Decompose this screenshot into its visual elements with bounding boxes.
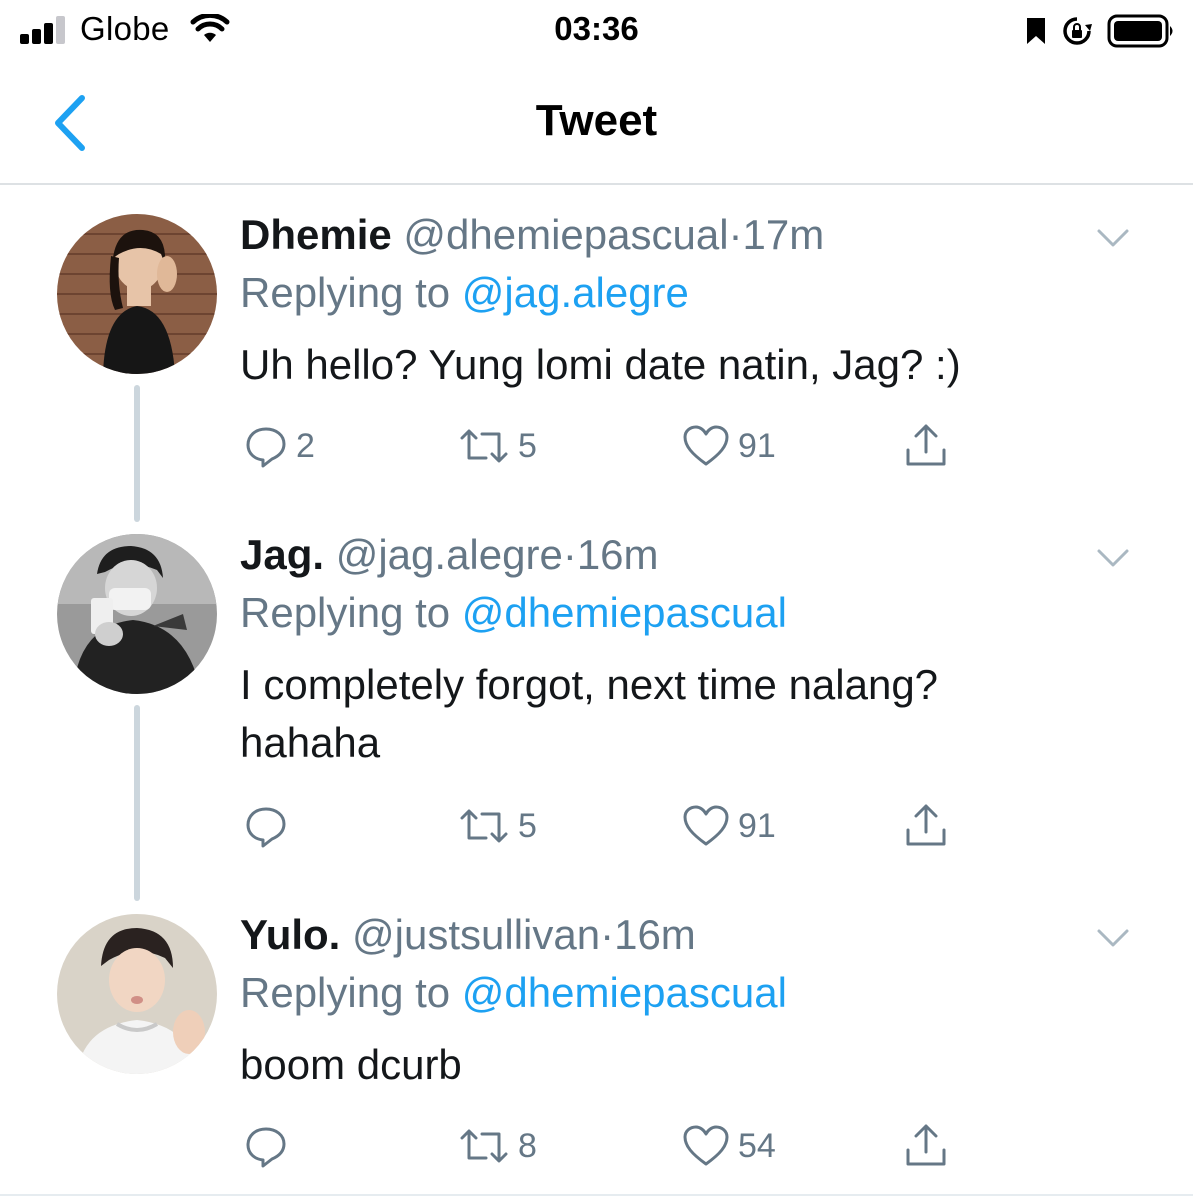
status-bar: Globe 03:36 bbox=[0, 0, 1193, 62]
reply-icon bbox=[246, 1127, 286, 1168]
separator-dot: · bbox=[562, 531, 577, 578]
like-count: 91 bbox=[738, 426, 776, 465]
replying-to-handle[interactable]: @dhemiepascual bbox=[462, 589, 787, 636]
retweet-button[interactable]: 5 bbox=[458, 796, 537, 856]
tweet-time[interactable]: 16m bbox=[577, 531, 659, 578]
share-button[interactable] bbox=[902, 796, 950, 856]
tweet-time[interactable]: 16m bbox=[614, 911, 696, 958]
user-handle[interactable]: @dhemiepascual bbox=[403, 211, 728, 258]
caret-down-icon[interactable] bbox=[1093, 218, 1133, 258]
display-name[interactable]: Dhemie bbox=[240, 211, 392, 258]
retweet-icon bbox=[460, 809, 508, 843]
user-handle[interactable]: @justsullivan bbox=[352, 911, 600, 958]
replying-to-handle[interactable]: @dhemiepascual bbox=[462, 969, 787, 1016]
caret-down-icon[interactable] bbox=[1093, 918, 1133, 958]
like-count: 54 bbox=[738, 1126, 776, 1165]
tweet-text: I completely forgot, next time nalang? h… bbox=[240, 656, 1163, 772]
tweet-yulo[interactable]: Yulo. @justsullivan·16m Replying to @dhe… bbox=[0, 900, 1193, 1192]
share-button[interactable] bbox=[902, 1116, 950, 1176]
user-handle[interactable]: @jag.alegre bbox=[336, 531, 563, 578]
avatar[interactable] bbox=[57, 214, 217, 374]
tweet-text: Uh hello? Yung lomi date natin, Jag? :) bbox=[240, 341, 961, 388]
reply-count: 2 bbox=[296, 426, 315, 465]
share-button[interactable] bbox=[902, 416, 950, 476]
like-icon bbox=[683, 425, 729, 466]
like-button[interactable]: 91 bbox=[682, 416, 776, 476]
avatar[interactable] bbox=[57, 914, 217, 1074]
like-button[interactable]: 91 bbox=[682, 796, 776, 856]
like-button[interactable]: 54 bbox=[682, 1116, 776, 1176]
tweet-text: boom dcurb bbox=[240, 1041, 462, 1088]
like-count: 91 bbox=[738, 806, 776, 845]
nav-bar: Tweet bbox=[0, 62, 1193, 185]
like-icon bbox=[683, 805, 729, 846]
display-name[interactable]: Jag. bbox=[240, 531, 324, 578]
separator-dot: · bbox=[600, 911, 615, 958]
rotation-lock-icon bbox=[1063, 17, 1092, 45]
battery-icon bbox=[1107, 14, 1173, 48]
divider bbox=[0, 1194, 1193, 1196]
caret-down-icon[interactable] bbox=[1093, 538, 1133, 578]
reply-button[interactable]: 2 bbox=[244, 416, 315, 476]
reply-icon bbox=[246, 427, 286, 468]
reply-button[interactable] bbox=[244, 796, 296, 856]
display-name[interactable]: Yulo. bbox=[240, 911, 340, 958]
retweet-count: 5 bbox=[518, 426, 537, 465]
reply-button[interactable] bbox=[244, 1116, 296, 1176]
retweet-button[interactable]: 5 bbox=[458, 416, 537, 476]
bookmark-icon bbox=[1027, 18, 1045, 44]
replying-prefix: Replying to bbox=[240, 269, 451, 316]
like-icon bbox=[683, 1125, 729, 1166]
share-icon bbox=[906, 1124, 946, 1166]
share-icon bbox=[906, 804, 946, 846]
replying-to-handle[interactable]: @jag.alegre bbox=[462, 269, 689, 316]
share-icon bbox=[906, 424, 946, 466]
tweet-text-line: hahaha bbox=[240, 719, 381, 766]
replying-prefix: Replying to bbox=[240, 589, 451, 636]
page-title: Tweet bbox=[535, 96, 658, 145]
tweet-text-line: I completely forgot, next time nalang? bbox=[240, 661, 939, 708]
retweet-button[interactable]: 8 bbox=[458, 1116, 537, 1176]
retweet-icon bbox=[460, 1129, 508, 1163]
replying-prefix: Replying to bbox=[240, 969, 451, 1016]
tweet-jag[interactable]: Jag. @jag.alegre·16m Replying to @dhemie… bbox=[0, 520, 1193, 900]
retweet-icon bbox=[460, 429, 508, 463]
tweet-dhemie[interactable]: Dhemie @dhemiepascual·17m Replying to @j… bbox=[0, 200, 1193, 520]
retweet-count: 8 bbox=[518, 1126, 537, 1165]
reply-icon bbox=[246, 807, 286, 848]
retweet-count: 5 bbox=[518, 806, 537, 845]
status-time: 03:36 bbox=[554, 10, 639, 47]
separator-dot: · bbox=[728, 211, 743, 258]
avatar[interactable] bbox=[57, 534, 217, 694]
tweet-time[interactable]: 17m bbox=[743, 211, 825, 258]
